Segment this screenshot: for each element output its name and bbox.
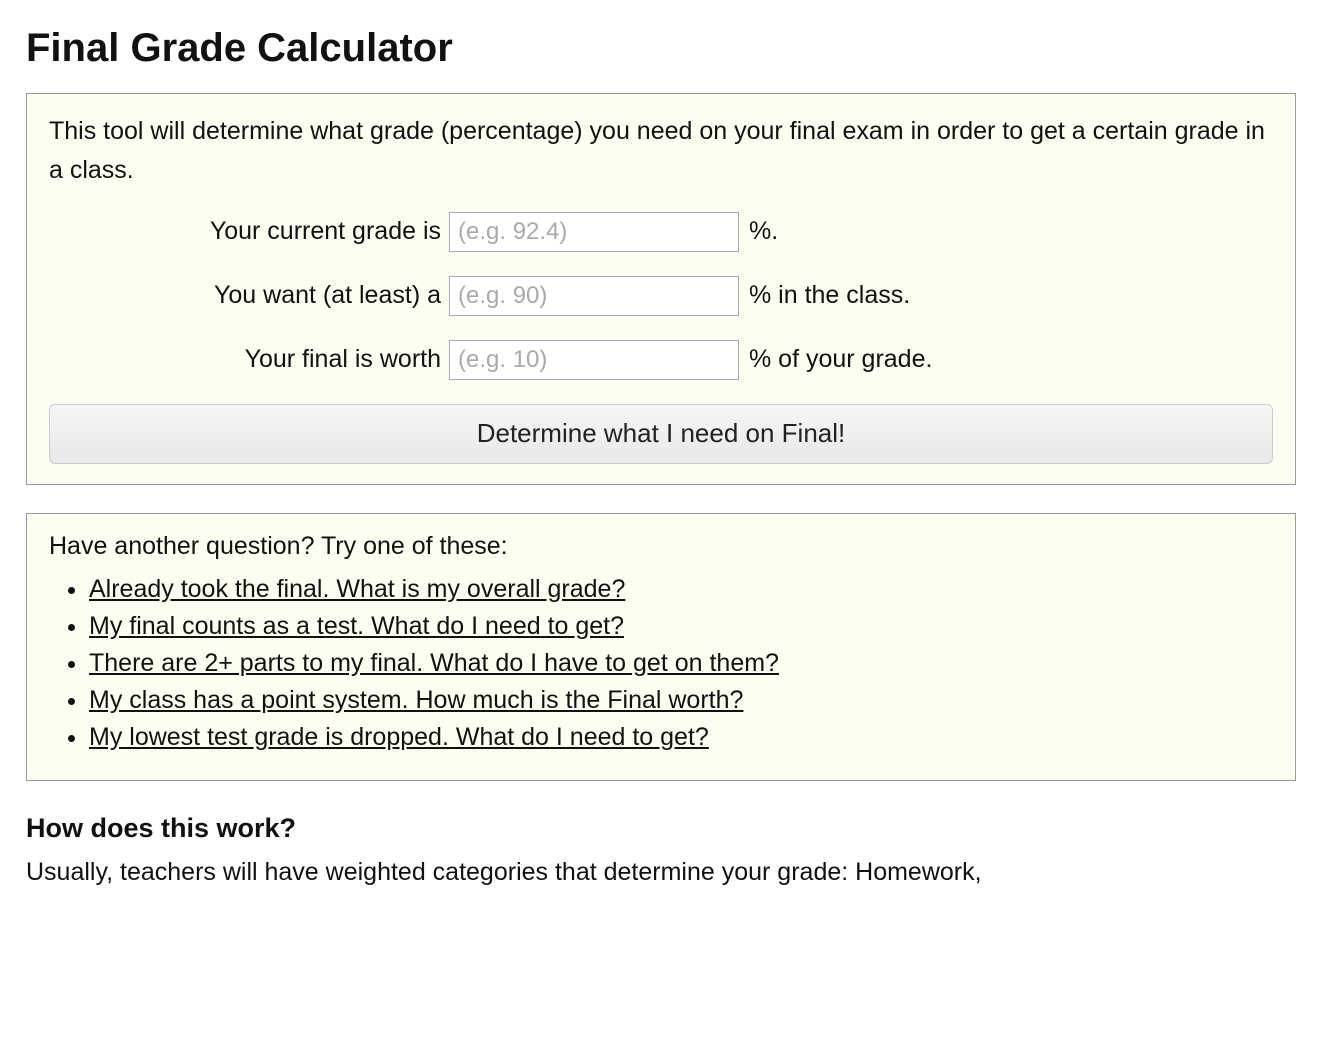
how-it-works-text: Usually, teachers will have weighted cat… (26, 854, 1296, 892)
row-current-grade: Your current grade is %. (49, 212, 1273, 252)
link-final-counts-as-test[interactable]: My final counts as a test. What do I nee… (89, 612, 624, 640)
list-item: My class has a point system. How much is… (89, 686, 1273, 715)
other-questions-lead: Have another question? Try one of these: (49, 532, 1273, 561)
list-item: My lowest test grade is dropped. What do… (89, 723, 1273, 752)
label-final-worth-left: Your final is worth (49, 345, 449, 374)
label-final-worth-right: % of your grade. (739, 345, 932, 374)
list-item: My final counts as a test. What do I nee… (89, 612, 1273, 641)
label-desired-grade-right: % in the class. (739, 281, 910, 310)
row-final-worth: Your final is worth % of your grade. (49, 340, 1273, 380)
input-current-grade[interactable] (449, 212, 739, 252)
link-point-system[interactable]: My class has a point system. How much is… (89, 686, 743, 714)
how-it-works-heading: How does this work? (26, 813, 1296, 844)
calculator-panel: This tool will determine what grade (per… (26, 93, 1296, 485)
other-questions-list: Already took the final. What is my overa… (49, 575, 1273, 752)
other-questions-panel: Have another question? Try one of these:… (26, 513, 1296, 781)
link-already-took-final[interactable]: Already took the final. What is my overa… (89, 575, 625, 603)
input-desired-grade[interactable] (449, 276, 739, 316)
label-current-grade-left: Your current grade is (49, 217, 449, 246)
row-desired-grade: You want (at least) a % in the class. (49, 276, 1273, 316)
list-item: There are 2+ parts to my final. What do … (89, 649, 1273, 678)
label-desired-grade-left: You want (at least) a (49, 281, 449, 310)
list-item: Already took the final. What is my overa… (89, 575, 1273, 604)
intro-text: This tool will determine what grade (per… (49, 112, 1273, 190)
calculate-button[interactable]: Determine what I need on Final! (49, 404, 1273, 464)
link-multi-part-final[interactable]: There are 2+ parts to my final. What do … (89, 649, 779, 677)
link-lowest-dropped[interactable]: My lowest test grade is dropped. What do… (89, 723, 709, 751)
input-final-worth[interactable] (449, 340, 739, 380)
label-current-grade-right: %. (739, 217, 778, 246)
page-title: Final Grade Calculator (26, 26, 1296, 71)
